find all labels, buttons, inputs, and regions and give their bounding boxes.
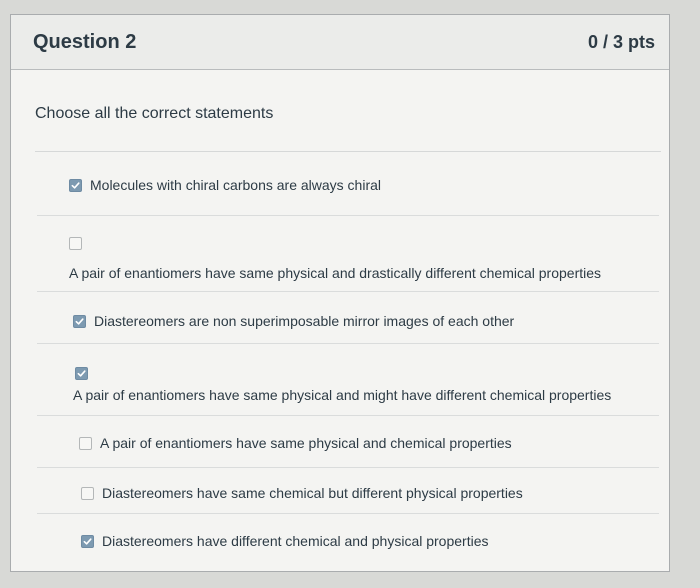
- answer-label[interactable]: A pair of enantiomers have same physical…: [37, 265, 659, 281]
- answer-label[interactable]: Diastereomers are non superimposable mir…: [94, 313, 514, 329]
- answer-option[interactable]: Diastereomers have same chemical but dif…: [37, 469, 659, 514]
- answer-option[interactable]: Molecules with chiral carbons are always…: [37, 173, 659, 216]
- checkbox-checked-icon[interactable]: [75, 367, 88, 380]
- question-header: Question 2 0 / 3 pts: [11, 15, 669, 70]
- checkbox-checked-icon[interactable]: [69, 178, 82, 192]
- question-card: Question 2 0 / 3 pts Choose all the corr…: [10, 14, 670, 572]
- checkbox-checked-icon[interactable]: [73, 314, 86, 328]
- answer-label[interactable]: Molecules with chiral carbons are always…: [90, 177, 381, 193]
- answer-option[interactable]: A pair of enantiomers have same physical…: [37, 225, 659, 292]
- prompt-divider: [35, 151, 661, 152]
- answer-label[interactable]: Diastereomers have different chemical an…: [102, 533, 489, 549]
- question-title: Question 2: [33, 30, 137, 53]
- answer-label[interactable]: A pair of enantiomers have same physical…: [100, 435, 512, 451]
- checkbox-icon[interactable]: [81, 486, 94, 500]
- answer-label[interactable]: Diastereomers have same chemical but dif…: [102, 485, 523, 501]
- answer-option[interactable]: A pair of enantiomers have same physical…: [37, 421, 659, 468]
- question-prompt: Choose all the correct statements: [35, 105, 274, 122]
- answer-label[interactable]: A pair of enantiomers have same physical…: [37, 387, 659, 403]
- answer-option[interactable]: Diastereomers are non superimposable mir…: [37, 297, 659, 344]
- answer-option[interactable]: Diastereomers have different chemical an…: [37, 517, 659, 559]
- checkbox-icon[interactable]: [69, 237, 82, 250]
- answer-option[interactable]: A pair of enantiomers have same physical…: [37, 349, 659, 416]
- question-points: 0 / 3 pts: [587, 31, 655, 52]
- checkbox-checked-icon[interactable]: [81, 534, 94, 548]
- checkbox-icon[interactable]: [79, 436, 92, 450]
